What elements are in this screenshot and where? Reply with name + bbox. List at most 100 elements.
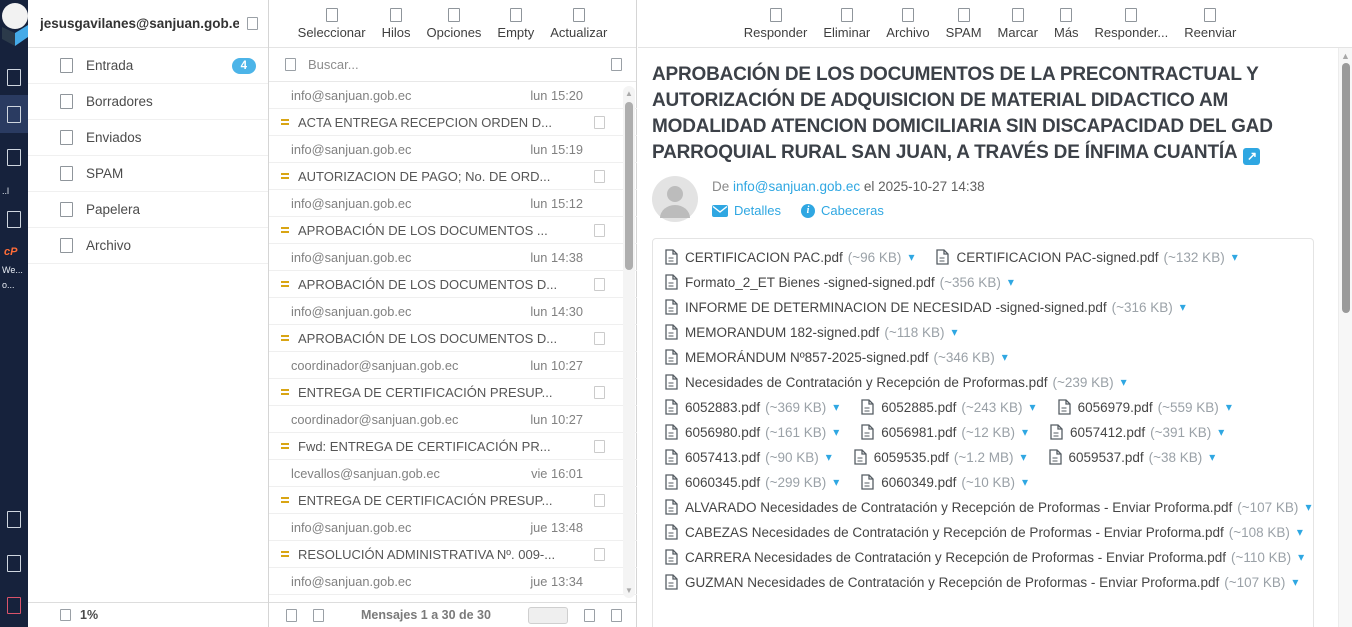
message-checkbox[interactable]: [594, 170, 605, 183]
attachment-item[interactable]: ALVARADO Necesidades de Contratación y R…: [665, 499, 1311, 515]
message-checkbox[interactable]: [594, 386, 605, 399]
prev-page-icon[interactable]: [584, 609, 595, 622]
message-toolbar-button[interactable]: Responder: [744, 8, 808, 40]
message-toolbar-button[interactable]: Archivo: [886, 8, 929, 40]
scroll-up-icon[interactable]: ▲: [1339, 51, 1352, 61]
rail-icon-help[interactable]: [0, 500, 28, 538]
message-checkbox[interactable]: [594, 116, 605, 129]
attachment-menu-caret[interactable]: ▾: [1022, 475, 1028, 489]
attachment-menu-caret[interactable]: ▾: [1298, 550, 1304, 564]
list-toolbar-button[interactable]: Empty: [497, 8, 534, 40]
message-list-item[interactable]: info@sanjuan.gob.ec lun 15:12 APROBACIÓN…: [269, 190, 637, 244]
headers-link[interactable]: i Cabeceras: [801, 203, 884, 218]
list-toolbar-button[interactable]: Seleccionar: [298, 8, 366, 40]
message-checkbox[interactable]: [594, 332, 605, 345]
attachment-menu-caret[interactable]: ▾: [1218, 425, 1224, 439]
attachment-menu-caret[interactable]: ▾: [952, 325, 958, 339]
attachment-menu-caret[interactable]: ▾: [1232, 250, 1238, 264]
attachment-item[interactable]: CABEZAS Necesidades de Contratación y Re…: [665, 524, 1303, 540]
sidebar-folder-item[interactable]: SPAM: [28, 156, 268, 192]
rail-icon-contacts[interactable]: [0, 138, 28, 176]
message-checkbox[interactable]: [594, 224, 605, 237]
sidebar-folder-item[interactable]: Papelera: [28, 192, 268, 228]
list-scrollbar[interactable]: ▲ ▼: [623, 86, 635, 598]
reading-scrollbar-thumb[interactable]: [1342, 63, 1350, 313]
search-input[interactable]: Buscar...: [308, 57, 611, 72]
message-list-item[interactable]: info@sanjuan.gob.ec jue 13:34: [269, 568, 637, 602]
message-toolbar-button[interactable]: SPAM: [946, 8, 982, 40]
attachment-menu-caret[interactable]: ▾: [1021, 450, 1027, 464]
message-toolbar-button[interactable]: Responder...: [1095, 8, 1169, 40]
attachment-item[interactable]: 6056981.pdf (~12 KB) ▾: [861, 424, 1028, 440]
external-link-icon[interactable]: ↗: [1243, 148, 1260, 165]
attachment-item[interactable]: Necesidades de Contratación y Recepción …: [665, 374, 1127, 390]
attachment-menu-caret[interactable]: ▾: [1002, 350, 1008, 364]
attachment-item[interactable]: 6059535.pdf (~1.2 MB) ▾: [854, 449, 1027, 465]
message-checkbox[interactable]: [594, 278, 605, 291]
attachment-item[interactable]: GUZMAN Necesidades de Contratación y Rec…: [665, 574, 1298, 590]
attachment-menu-caret[interactable]: ▾: [1292, 575, 1298, 589]
attachment-item[interactable]: 6056979.pdf (~559 KB) ▾: [1058, 399, 1232, 415]
attachment-item[interactable]: CARRERA Necesidades de Contratación y Re…: [665, 549, 1304, 565]
roundcube-logo[interactable]: [0, 2, 28, 48]
message-checkbox[interactable]: [594, 494, 605, 507]
list-toolbar-button[interactable]: Opciones: [427, 8, 482, 40]
sidebar-folder-item[interactable]: Borradores: [28, 84, 268, 120]
message-toolbar-button[interactable]: Reenviar: [1184, 8, 1236, 40]
attachment-item[interactable]: 6052883.pdf (~369 KB) ▾: [665, 399, 839, 415]
attachment-item[interactable]: Formato_2_ET Bienes -signed-signed.pdf (…: [665, 274, 1014, 290]
rail-icon-settings[interactable]: [0, 200, 28, 238]
attachment-menu-caret[interactable]: ▾: [1297, 525, 1303, 539]
attachment-item[interactable]: 6060349.pdf (~10 KB) ▾: [861, 474, 1028, 490]
scroll-down-icon[interactable]: ▼: [623, 586, 635, 595]
attachment-menu-caret[interactable]: ▾: [1180, 300, 1186, 314]
attachment-menu-caret[interactable]: ▾: [1121, 375, 1127, 389]
list-toolbar-button[interactable]: Actualizar: [550, 8, 607, 40]
message-toolbar-button[interactable]: Más: [1054, 8, 1079, 40]
attachment-menu-caret[interactable]: ▾: [1008, 275, 1014, 289]
sidebar-folder-item[interactable]: Entrada 4: [28, 48, 268, 84]
list-scrollbar-thumb[interactable]: [625, 102, 633, 270]
next-page-icon[interactable]: [611, 609, 622, 622]
message-list-item[interactable]: info@sanjuan.gob.ec lun 15:20 ACTA ENTRE…: [269, 82, 637, 136]
attachment-item[interactable]: 6052885.pdf (~243 KB) ▾: [861, 399, 1035, 415]
attachment-menu-caret[interactable]: ▾: [833, 425, 839, 439]
attachment-item[interactable]: MEMORÁNDUM Nº857-2025-signed.pdf (~346 K…: [665, 349, 1008, 365]
attachment-item[interactable]: 6060345.pdf (~299 KB) ▾: [665, 474, 839, 490]
select-all-icon[interactable]: [286, 609, 297, 622]
cpanel-logo[interactable]: cP: [4, 246, 17, 258]
attachment-menu-caret[interactable]: ▾: [1030, 400, 1036, 414]
rail-icon-compose[interactable]: [0, 58, 28, 96]
message-list-item[interactable]: coordinador@sanjuan.gob.ec lun 10:27 Fwd…: [269, 406, 637, 460]
attachment-menu-caret[interactable]: ▾: [826, 450, 832, 464]
search-options-icon[interactable]: [611, 58, 622, 71]
attachment-item[interactable]: CERTIFICACION PAC.pdf (~96 KB) ▾: [665, 249, 914, 265]
account-dropdown-icon[interactable]: [247, 17, 258, 30]
message-list-item[interactable]: info@sanjuan.gob.ec lun 14:38 APROBACIÓN…: [269, 244, 637, 298]
message-list-item[interactable]: info@sanjuan.gob.ec lun 15:19 AUTORIZACI…: [269, 136, 637, 190]
message-checkbox[interactable]: [594, 548, 605, 561]
attachment-item[interactable]: MEMORANDUM 182-signed.pdf (~118 KB) ▾: [665, 324, 958, 340]
attachment-item[interactable]: INFORME DE DETERMINACION DE NECESIDAD -s…: [665, 299, 1186, 315]
message-list-item[interactable]: lcevallos@sanjuan.gob.ec vie 16:01 ENTRE…: [269, 460, 637, 514]
message-list-item[interactable]: info@sanjuan.gob.ec lun 14:30 APROBACIÓN…: [269, 298, 637, 352]
attachment-menu-caret[interactable]: ▾: [908, 250, 914, 264]
search-bar[interactable]: Buscar...: [269, 48, 636, 82]
message-toolbar-button[interactable]: Marcar: [998, 8, 1038, 40]
attachment-menu-caret[interactable]: ▾: [1305, 500, 1311, 514]
attachment-menu-caret[interactable]: ▾: [833, 475, 839, 489]
attachment-item[interactable]: CERTIFICACION PAC-signed.pdf (~132 KB) ▾: [936, 249, 1237, 265]
attachment-item[interactable]: 6057412.pdf (~391 KB) ▾: [1050, 424, 1224, 440]
message-checkbox[interactable]: [594, 440, 605, 453]
details-link[interactable]: Detalles: [712, 203, 781, 218]
rail-icon-logout[interactable]: [0, 586, 28, 624]
attachment-menu-caret[interactable]: ▾: [1209, 450, 1215, 464]
attachment-item[interactable]: 6056980.pdf (~161 KB) ▾: [665, 424, 839, 440]
sidebar-folder-item[interactable]: Archivo: [28, 228, 268, 264]
account-header[interactable]: jesusgavilanes@sanjuan.gob.ec: [28, 0, 268, 48]
list-toolbar-button[interactable]: Hilos: [382, 8, 411, 40]
search-icon[interactable]: [285, 58, 296, 71]
scroll-up-icon[interactable]: ▲: [623, 89, 635, 98]
attachment-menu-caret[interactable]: ▾: [1022, 425, 1028, 439]
rail-icon-about[interactable]: [0, 544, 28, 582]
